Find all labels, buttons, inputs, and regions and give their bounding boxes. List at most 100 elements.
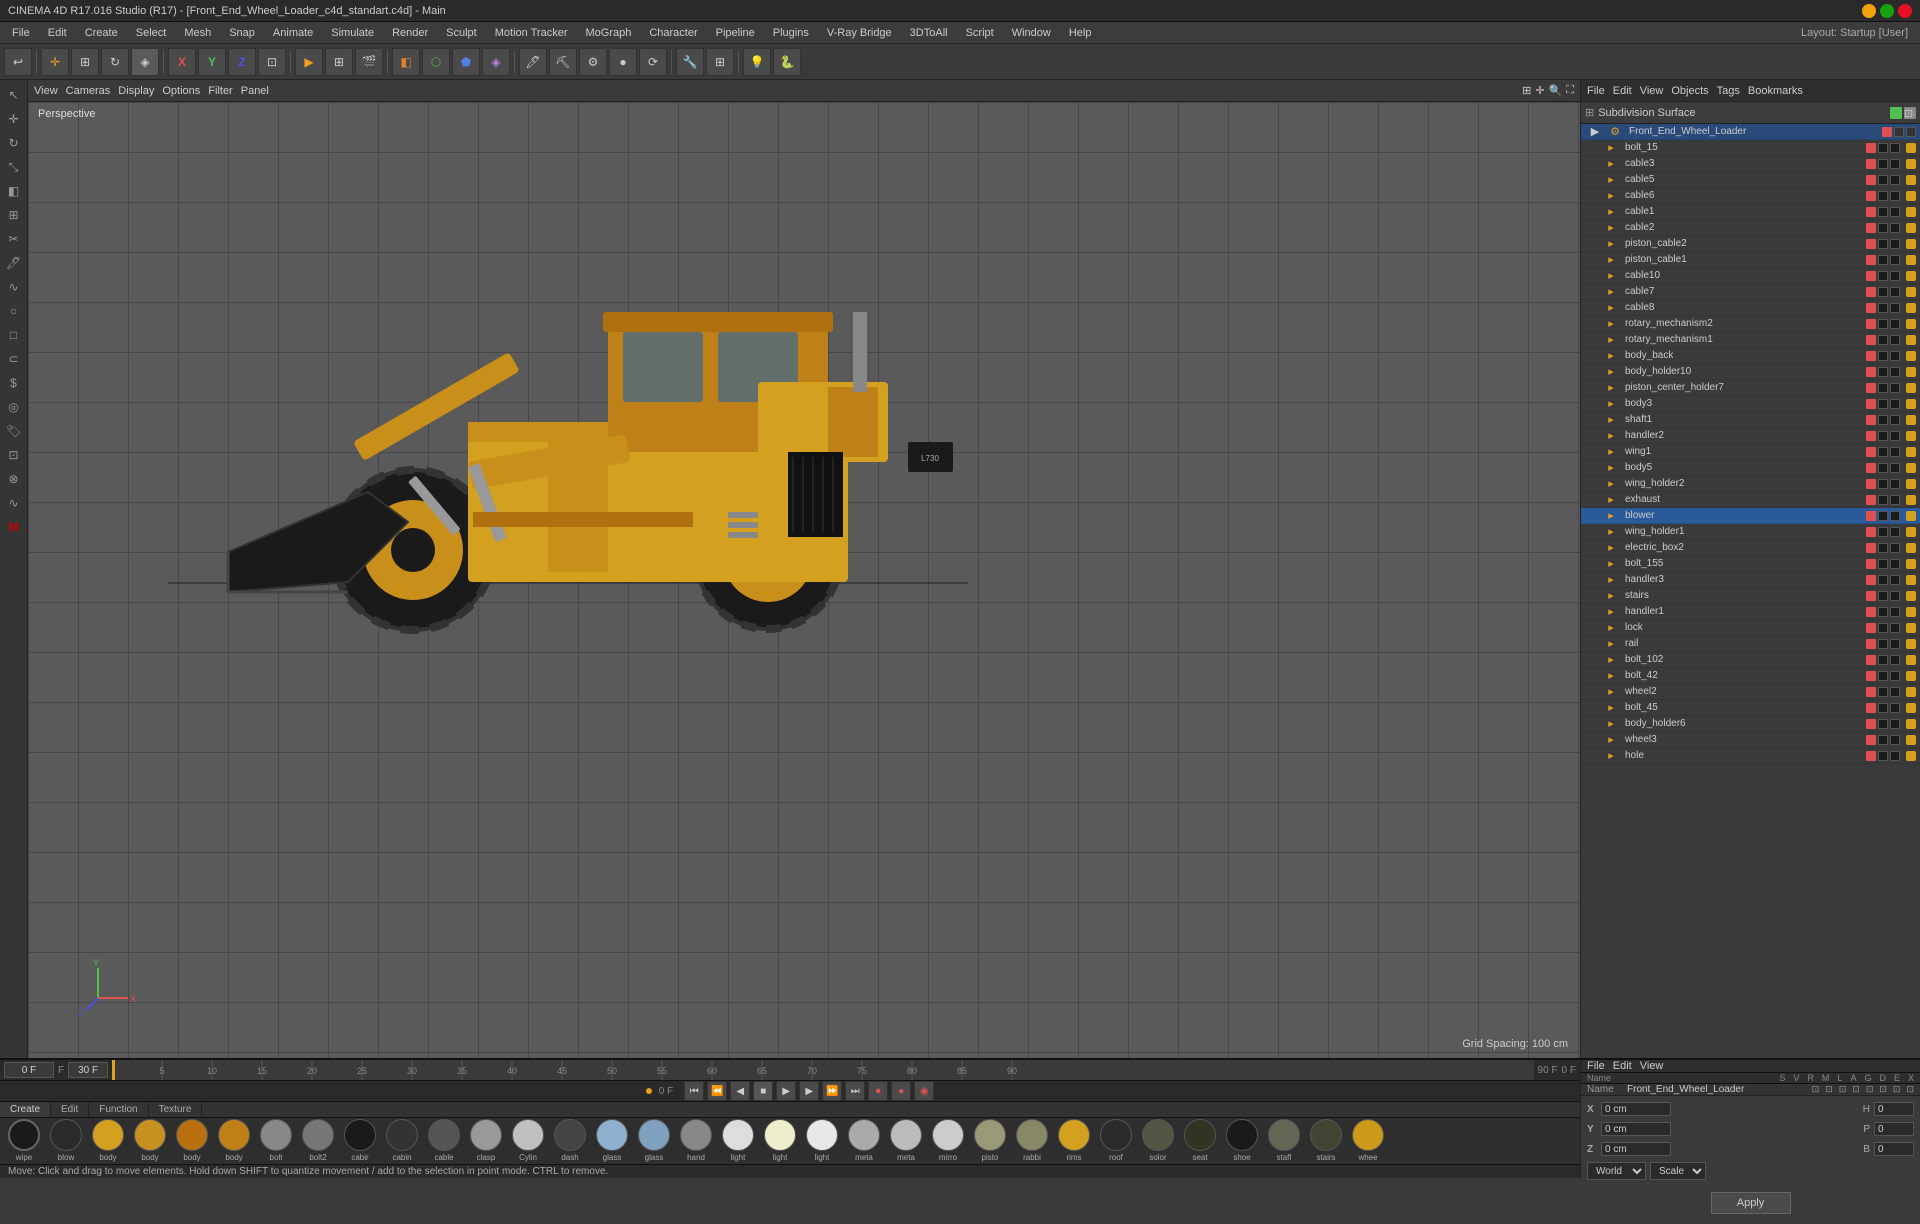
tool-polygon[interactable]: ◧ bbox=[3, 180, 25, 202]
obj-row-cable10[interactable]: ▸cable10 bbox=[1581, 268, 1920, 284]
tool-scale[interactable]: ⤡ bbox=[3, 156, 25, 178]
obj-menu-view[interactable]: View bbox=[1640, 85, 1664, 97]
obj-row-cable3[interactable]: ▸cable3 bbox=[1581, 156, 1920, 172]
obj-row-hole[interactable]: ▸hole bbox=[1581, 748, 1920, 764]
menu-snap[interactable]: Snap bbox=[221, 25, 263, 41]
dot-render[interactable] bbox=[1906, 127, 1916, 137]
obj-menu-tags[interactable]: Tags bbox=[1717, 85, 1740, 97]
edge-btn[interactable]: ⬡ bbox=[422, 48, 450, 76]
timeline-ruler[interactable]: 5 10 15 20 25 30 35 40 45 bbox=[112, 1060, 1533, 1080]
object-btn[interactable]: ◈ bbox=[482, 48, 510, 76]
tab-texture[interactable]: Texture bbox=[149, 1102, 203, 1117]
obj-row-handler1[interactable]: ▸handler1 bbox=[1581, 604, 1920, 620]
menu-character[interactable]: Character bbox=[641, 25, 705, 41]
apply-button[interactable]: Apply bbox=[1711, 1192, 1791, 1214]
obj-row-piston_cable1[interactable]: ▸piston_cable1 bbox=[1581, 252, 1920, 268]
record-key-btn[interactable]: ◉ bbox=[914, 1081, 934, 1101]
obj-row-bolt_15[interactable]: ▸bolt_15 bbox=[1581, 140, 1920, 156]
prev-frame-btn[interactable]: ⏪ bbox=[707, 1081, 727, 1101]
attr-menu-file[interactable]: File bbox=[1587, 1060, 1605, 1072]
obj-row-cable2[interactable]: ▸cable2 bbox=[1581, 220, 1920, 236]
tool-material[interactable]: $ bbox=[3, 372, 25, 394]
vp-menu-cameras[interactable]: Cameras bbox=[66, 85, 111, 97]
obj-row-rail[interactable]: ▸rail bbox=[1581, 636, 1920, 652]
mat-item-20[interactable]: meta bbox=[886, 1119, 926, 1162]
mat-item-15[interactable]: hand bbox=[676, 1119, 716, 1162]
obj-menu-objects[interactable]: Objects bbox=[1671, 85, 1708, 97]
mat-item-1[interactable]: body bbox=[88, 1119, 128, 1162]
mat-item-14[interactable]: glass bbox=[634, 1119, 674, 1162]
tool-texture[interactable]: ◎ bbox=[3, 396, 25, 418]
mat-item-30[interactable]: stairs bbox=[1306, 1119, 1346, 1162]
obj-row-rotary_mechanism1[interactable]: ▸rotary_mechanism1 bbox=[1581, 332, 1920, 348]
menu-mesh[interactable]: Mesh bbox=[176, 25, 219, 41]
obj-row-exhaust[interactable]: ▸exhaust bbox=[1581, 492, 1920, 508]
menu-simulate[interactable]: Simulate bbox=[323, 25, 382, 41]
menu-file[interactable]: File bbox=[4, 25, 38, 41]
scale-tool-button[interactable]: ⊞ bbox=[71, 48, 99, 76]
obj-row-electric_box2[interactable]: ▸electric_box2 bbox=[1581, 540, 1920, 556]
menu-create[interactable]: Create bbox=[77, 25, 126, 41]
z-axis-btn[interactable]: Z bbox=[228, 48, 256, 76]
vp-maximize-icon[interactable]: ⛶ bbox=[1566, 84, 1574, 97]
menu-sculpt[interactable]: Sculpt bbox=[438, 25, 485, 41]
menu-edit[interactable]: Edit bbox=[40, 25, 75, 41]
menu-plugins[interactable]: Plugins bbox=[765, 25, 817, 41]
next-key-btn[interactable]: ▶ bbox=[799, 1081, 819, 1101]
render-to-picture-viewer[interactable]: 🎬 bbox=[355, 48, 383, 76]
obj-row-handler2[interactable]: ▸handler2 bbox=[1581, 428, 1920, 444]
obj-row-wheel3[interactable]: ▸wheel3 bbox=[1581, 732, 1920, 748]
tab-edit[interactable]: Edit bbox=[51, 1102, 89, 1117]
mat-item-0[interactable]: blow bbox=[46, 1119, 86, 1162]
viewport-canvas[interactable]: Perspective bbox=[28, 102, 1580, 1058]
mat-item-22[interactable]: pisto bbox=[970, 1119, 1010, 1162]
mat-item-2[interactable]: body bbox=[130, 1119, 170, 1162]
rot-p-input[interactable] bbox=[1874, 1122, 1914, 1136]
mat-item-5[interactable]: bolt bbox=[256, 1119, 296, 1162]
obj-row-stairs[interactable]: ▸stairs bbox=[1581, 588, 1920, 604]
sculpt-btn[interactable]: ⛏ bbox=[549, 48, 577, 76]
tab-create[interactable]: Create bbox=[0, 1102, 51, 1117]
obj-row-body_holder6[interactable]: ▸body_holder6 bbox=[1581, 716, 1920, 732]
motion-btn[interactable]: ⟳ bbox=[639, 48, 667, 76]
fps-display[interactable]: 30 F bbox=[68, 1062, 108, 1078]
frame-current[interactable]: 0 F bbox=[4, 1062, 54, 1078]
obj-row-body_back[interactable]: ▸body_back bbox=[1581, 348, 1920, 364]
obj-row-bolt_42[interactable]: ▸bolt_42 bbox=[1581, 668, 1920, 684]
menu-pipeline[interactable]: Pipeline bbox=[708, 25, 763, 41]
tab-function[interactable]: Function bbox=[89, 1102, 148, 1117]
world-coord-btn[interactable]: ⊡ bbox=[258, 48, 286, 76]
obj-row-cable7[interactable]: ▸cable7 bbox=[1581, 284, 1920, 300]
mode-model[interactable]: ◈ bbox=[131, 48, 159, 76]
rot-h-input[interactable] bbox=[1874, 1102, 1914, 1116]
menu-script[interactable]: Script bbox=[958, 25, 1002, 41]
vp-menu-panel[interactable]: Panel bbox=[241, 85, 269, 97]
obj-row-cable1[interactable]: ▸cable1 bbox=[1581, 204, 1920, 220]
undo-button[interactable]: ↩ bbox=[4, 48, 32, 76]
vp-menu-view[interactable]: View bbox=[34, 85, 58, 97]
tool-xref[interactable]: ⊗ bbox=[3, 468, 25, 490]
tool-extrude[interactable]: ⊞ bbox=[3, 204, 25, 226]
dot-visible[interactable] bbox=[1894, 127, 1904, 137]
coord-z-input[interactable] bbox=[1601, 1142, 1671, 1156]
vp-expand-icon[interactable]: ⊞ bbox=[1522, 84, 1531, 97]
coord-x-input[interactable] bbox=[1601, 1102, 1671, 1116]
mat-item-18[interactable]: light bbox=[802, 1119, 842, 1162]
obj-row-wing1[interactable]: ▸wing1 bbox=[1581, 444, 1920, 460]
mat-item-17[interactable]: light bbox=[760, 1119, 800, 1162]
obj-row-piston_center_holder7[interactable]: ▸piston_center_holder7 bbox=[1581, 380, 1920, 396]
tool-knife[interactable]: ✂ bbox=[3, 228, 25, 250]
tool-spline[interactable]: ∿ bbox=[3, 276, 25, 298]
obj-menu-file[interactable]: File bbox=[1587, 85, 1605, 97]
mat-item-23[interactable]: rabbi bbox=[1012, 1119, 1052, 1162]
attr-menu-edit[interactable]: Edit bbox=[1613, 1060, 1632, 1072]
obj-row-root[interactable]: ▶ ⚙ Front_End_Wheel_Loader bbox=[1581, 124, 1920, 140]
brush-btn[interactable]: ⚙ bbox=[579, 48, 607, 76]
mat-item-27[interactable]: seat bbox=[1180, 1119, 1220, 1162]
menu-render[interactable]: Render bbox=[384, 25, 436, 41]
mat-item-28[interactable]: shoe bbox=[1222, 1119, 1262, 1162]
point-btn[interactable]: ⬟ bbox=[452, 48, 480, 76]
mat-item-26[interactable]: solor bbox=[1138, 1119, 1178, 1162]
mat-item-10[interactable]: clasp bbox=[466, 1119, 506, 1162]
menu-help[interactable]: Help bbox=[1061, 25, 1100, 41]
